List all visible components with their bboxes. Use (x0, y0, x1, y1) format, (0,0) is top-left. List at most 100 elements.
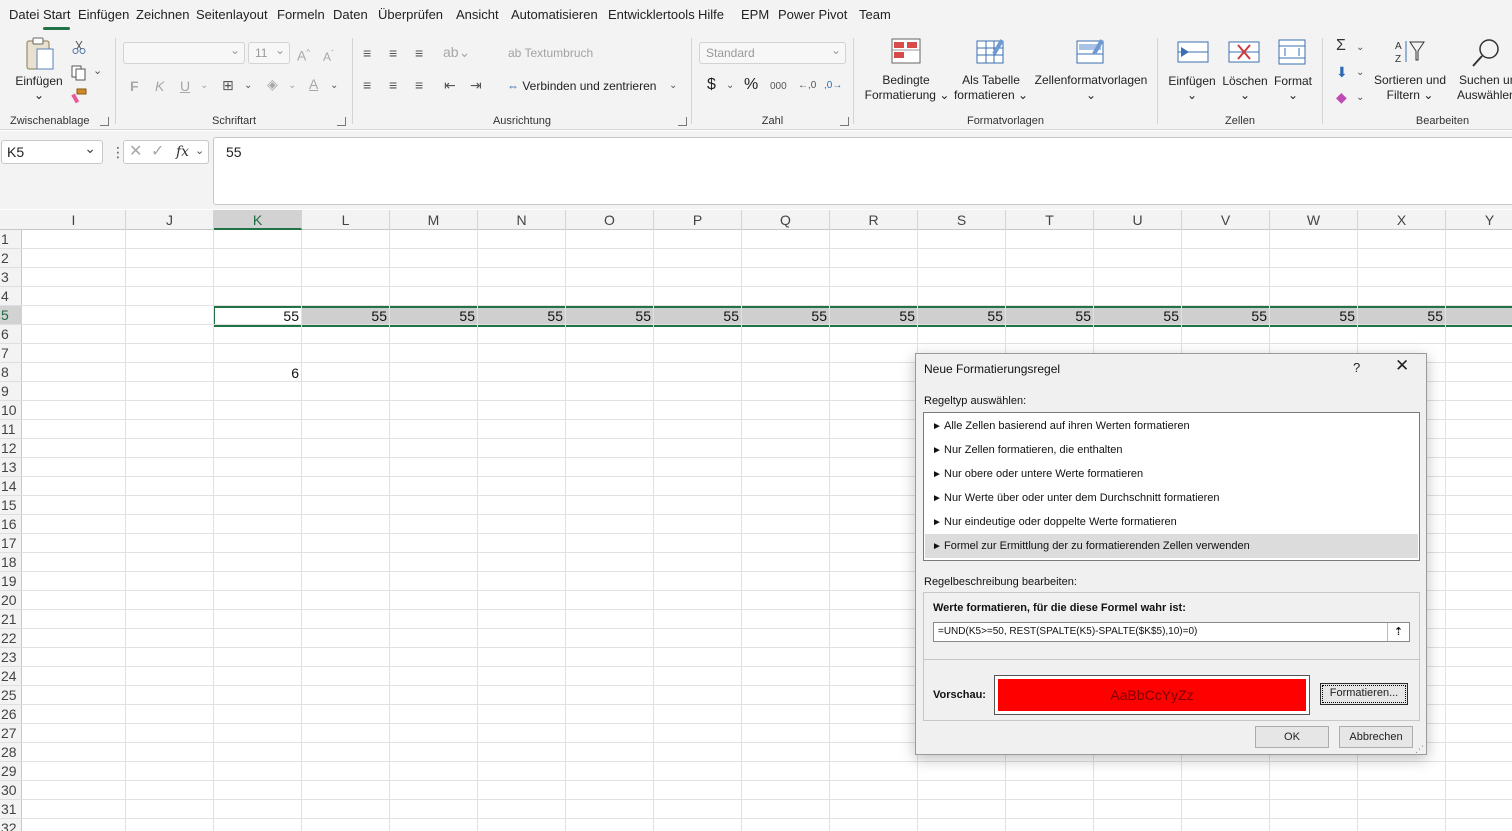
rule-type-list[interactable]: ► Alle Zellen basierend auf ihren Werten … (923, 412, 1420, 561)
column-header-x[interactable]: X (1358, 210, 1446, 230)
rule-type-item[interactable]: ► Nur eindeutige oder doppelte Werte form… (925, 510, 1418, 534)
delete-cells-dropdown-icon[interactable]: ⌄ (1238, 88, 1252, 103)
row-header-5[interactable]: 5 (0, 306, 22, 325)
cut-icon[interactable] (72, 40, 86, 54)
align-middle-icon[interactable]: ≡ (389, 45, 397, 61)
wrap-text-button[interactable]: ab Textumbruch (508, 46, 593, 61)
underline-button[interactable]: U (180, 78, 190, 94)
font-color-icon[interactable]: A (309, 76, 318, 92)
find-select-label-2[interactable]: Auswählen (1457, 88, 1512, 103)
column-header-r[interactable]: R (830, 210, 918, 230)
row-header-32[interactable]: 32 (0, 819, 22, 831)
fill-dropdown-icon[interactable]: ⌄ (1356, 65, 1364, 81)
italic-button[interactable]: K (155, 78, 164, 94)
bold-button[interactable]: F (130, 78, 139, 94)
cell-styles-dropdown-icon[interactable]: ⌄ (1084, 88, 1098, 103)
row-header-14[interactable]: 14 (0, 477, 22, 496)
clear-dropdown-icon[interactable]: ⌄ (1356, 90, 1364, 106)
column-header-l[interactable]: L (302, 210, 390, 230)
rule-type-item[interactable]: ► Nur Zellen formatieren, die enthalten (925, 438, 1418, 462)
menu-tab-entwicklertools[interactable]: Entwicklertools (608, 0, 698, 32)
delete-cells-icon[interactable] (1228, 40, 1260, 64)
insert-cells-icon[interactable] (1177, 40, 1209, 64)
row-header-3[interactable]: 3 (0, 268, 22, 287)
decrease-indent-icon[interactable]: ⇤ (444, 77, 456, 93)
format-cells-dropdown-icon[interactable]: ⌄ (1286, 88, 1300, 103)
row-header-2[interactable]: 2 (0, 249, 22, 268)
row-header-27[interactable]: 27 (0, 724, 22, 743)
increase-indent-icon[interactable]: ⇥ (470, 77, 482, 93)
clipboard-launcher-icon[interactable] (100, 117, 109, 126)
menu-tab-daten[interactable]: Daten (333, 0, 378, 32)
row-header-16[interactable]: 16 (0, 515, 22, 534)
align-top-icon[interactable]: ≡ (363, 45, 371, 61)
column-header-s[interactable]: S (918, 210, 1006, 230)
align-right-icon[interactable]: ≡ (415, 77, 423, 93)
row-header-9[interactable]: 9 (0, 382, 22, 401)
column-header-t[interactable]: T (1006, 210, 1094, 230)
menu-tab-team[interactable]: Team (859, 0, 903, 32)
format-as-table-label-1[interactable]: Als Tabelle (958, 73, 1024, 88)
thousands-button[interactable]: 000 (770, 79, 787, 95)
column-header-o[interactable]: O (566, 210, 654, 230)
format-painter-icon[interactable] (71, 88, 87, 104)
row-header-11[interactable]: 11 (0, 420, 22, 439)
row-header-7[interactable]: 7 (0, 344, 22, 363)
row-header-10[interactable]: 10 (0, 401, 22, 420)
column-header-u[interactable]: U (1094, 210, 1182, 230)
menu-tab-epm[interactable]: EPM (741, 0, 778, 32)
decrease-decimal-icon[interactable]: ,0→ (824, 78, 842, 94)
row-header-26[interactable]: 26 (0, 705, 22, 724)
percent-button[interactable]: % (744, 77, 758, 93)
orientation-icon[interactable]: ab⌄ (443, 44, 470, 60)
font-color-dropdown-icon[interactable]: ⌄ (330, 78, 338, 94)
name-box[interactable]: K5 (1, 137, 103, 164)
font-launcher-icon[interactable] (337, 117, 346, 126)
cancel-button[interactable]: Abbrechen (1339, 726, 1413, 748)
border-icon[interactable]: ⊞ (222, 77, 234, 93)
number-launcher-icon[interactable] (840, 117, 849, 126)
sort-filter-button[interactable]: Filtern ⌄ (1383, 88, 1437, 103)
column-header-v[interactable]: V (1182, 210, 1270, 230)
row-header-15[interactable]: 15 (0, 496, 22, 515)
border-dropdown-icon[interactable]: ⌄ (244, 78, 252, 94)
column-header-n[interactable]: N (478, 210, 566, 230)
function-dropdown-icon[interactable]: ⌄ (195, 143, 204, 159)
row-header-18[interactable]: 18 (0, 553, 22, 572)
menu-tab-power-pivot[interactable]: Power Pivot (778, 0, 859, 32)
row-header-1[interactable]: 1 (0, 230, 22, 249)
menu-tab-start[interactable]: Start (43, 0, 78, 32)
paste-dropdown-icon[interactable]: ⌄ (32, 88, 46, 103)
column-header-w[interactable]: W (1270, 210, 1358, 230)
format-button[interactable]: Formatieren... (1320, 683, 1408, 705)
fill-color-dropdown-icon[interactable]: ⌄ (288, 78, 296, 94)
menu-tab-ansicht[interactable]: Ansicht (456, 0, 511, 32)
format-cells-icon[interactable] (1278, 38, 1308, 66)
align-bottom-icon[interactable]: ≡ (415, 45, 423, 61)
paste-icon[interactable] (24, 37, 56, 71)
decrease-font-icon[interactable]: Aˇ (323, 46, 334, 65)
help-icon[interactable]: ? (1353, 360, 1360, 375)
currency-button[interactable]: $ (707, 77, 716, 93)
font-name-combo[interactable] (123, 40, 245, 64)
menu-tab-zeichnen[interactable]: Zeichnen (136, 0, 196, 32)
rule-type-item[interactable]: ► Alle Zellen basierend auf ihren Werten … (925, 414, 1418, 438)
format-as-table-button[interactable]: formatieren ⌄ (950, 88, 1032, 103)
autosum-icon[interactable]: Σ (1336, 38, 1346, 54)
column-header-j[interactable]: J (126, 210, 214, 230)
align-center-icon[interactable]: ≡ (389, 77, 397, 93)
close-icon[interactable]: ✕ (1395, 356, 1409, 376)
menu-tab-seitenlayout[interactable]: Seitenlayout (196, 0, 277, 32)
menu-tab-hilfe[interactable]: Hilfe (698, 0, 741, 32)
copy-dropdown-icon[interactable]: ⌄ (93, 63, 102, 79)
format-as-table-icon[interactable] (976, 38, 1008, 66)
row-header-20[interactable]: 20 (0, 591, 22, 610)
copy-icon[interactable] (71, 65, 87, 81)
autosum-dropdown-icon[interactable]: ⌄ (1356, 40, 1364, 56)
conditional-format-icon[interactable] (891, 38, 921, 64)
row-header-29[interactable]: 29 (0, 762, 22, 781)
increase-decimal-icon[interactable]: ←,0 (798, 78, 816, 94)
row-header-19[interactable]: 19 (0, 572, 22, 591)
currency-dropdown-icon[interactable]: ⌄ (726, 78, 734, 94)
row-header-23[interactable]: 23 (0, 648, 22, 667)
